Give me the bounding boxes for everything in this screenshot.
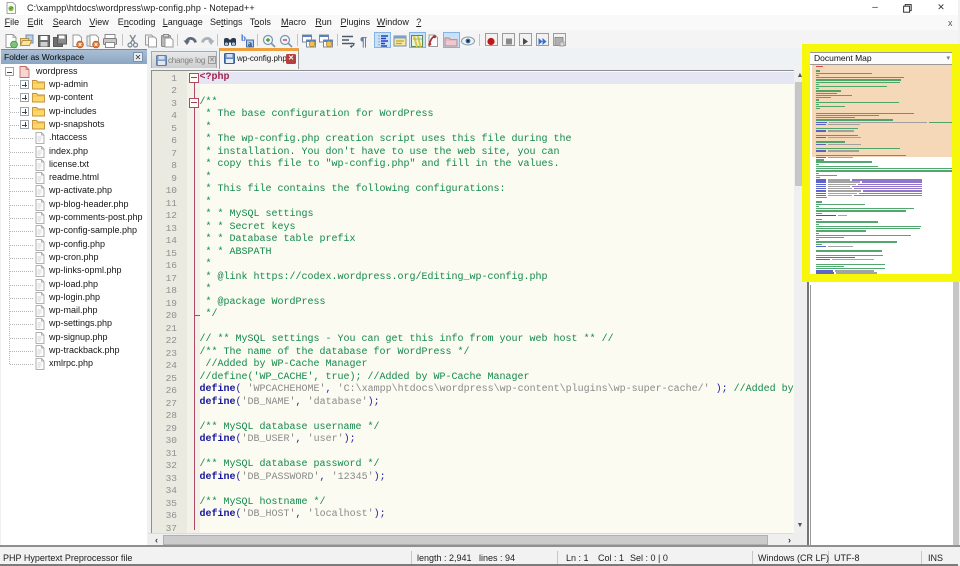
svg-text:b: b xyxy=(241,33,246,43)
svg-text:¶: ¶ xyxy=(360,34,367,49)
